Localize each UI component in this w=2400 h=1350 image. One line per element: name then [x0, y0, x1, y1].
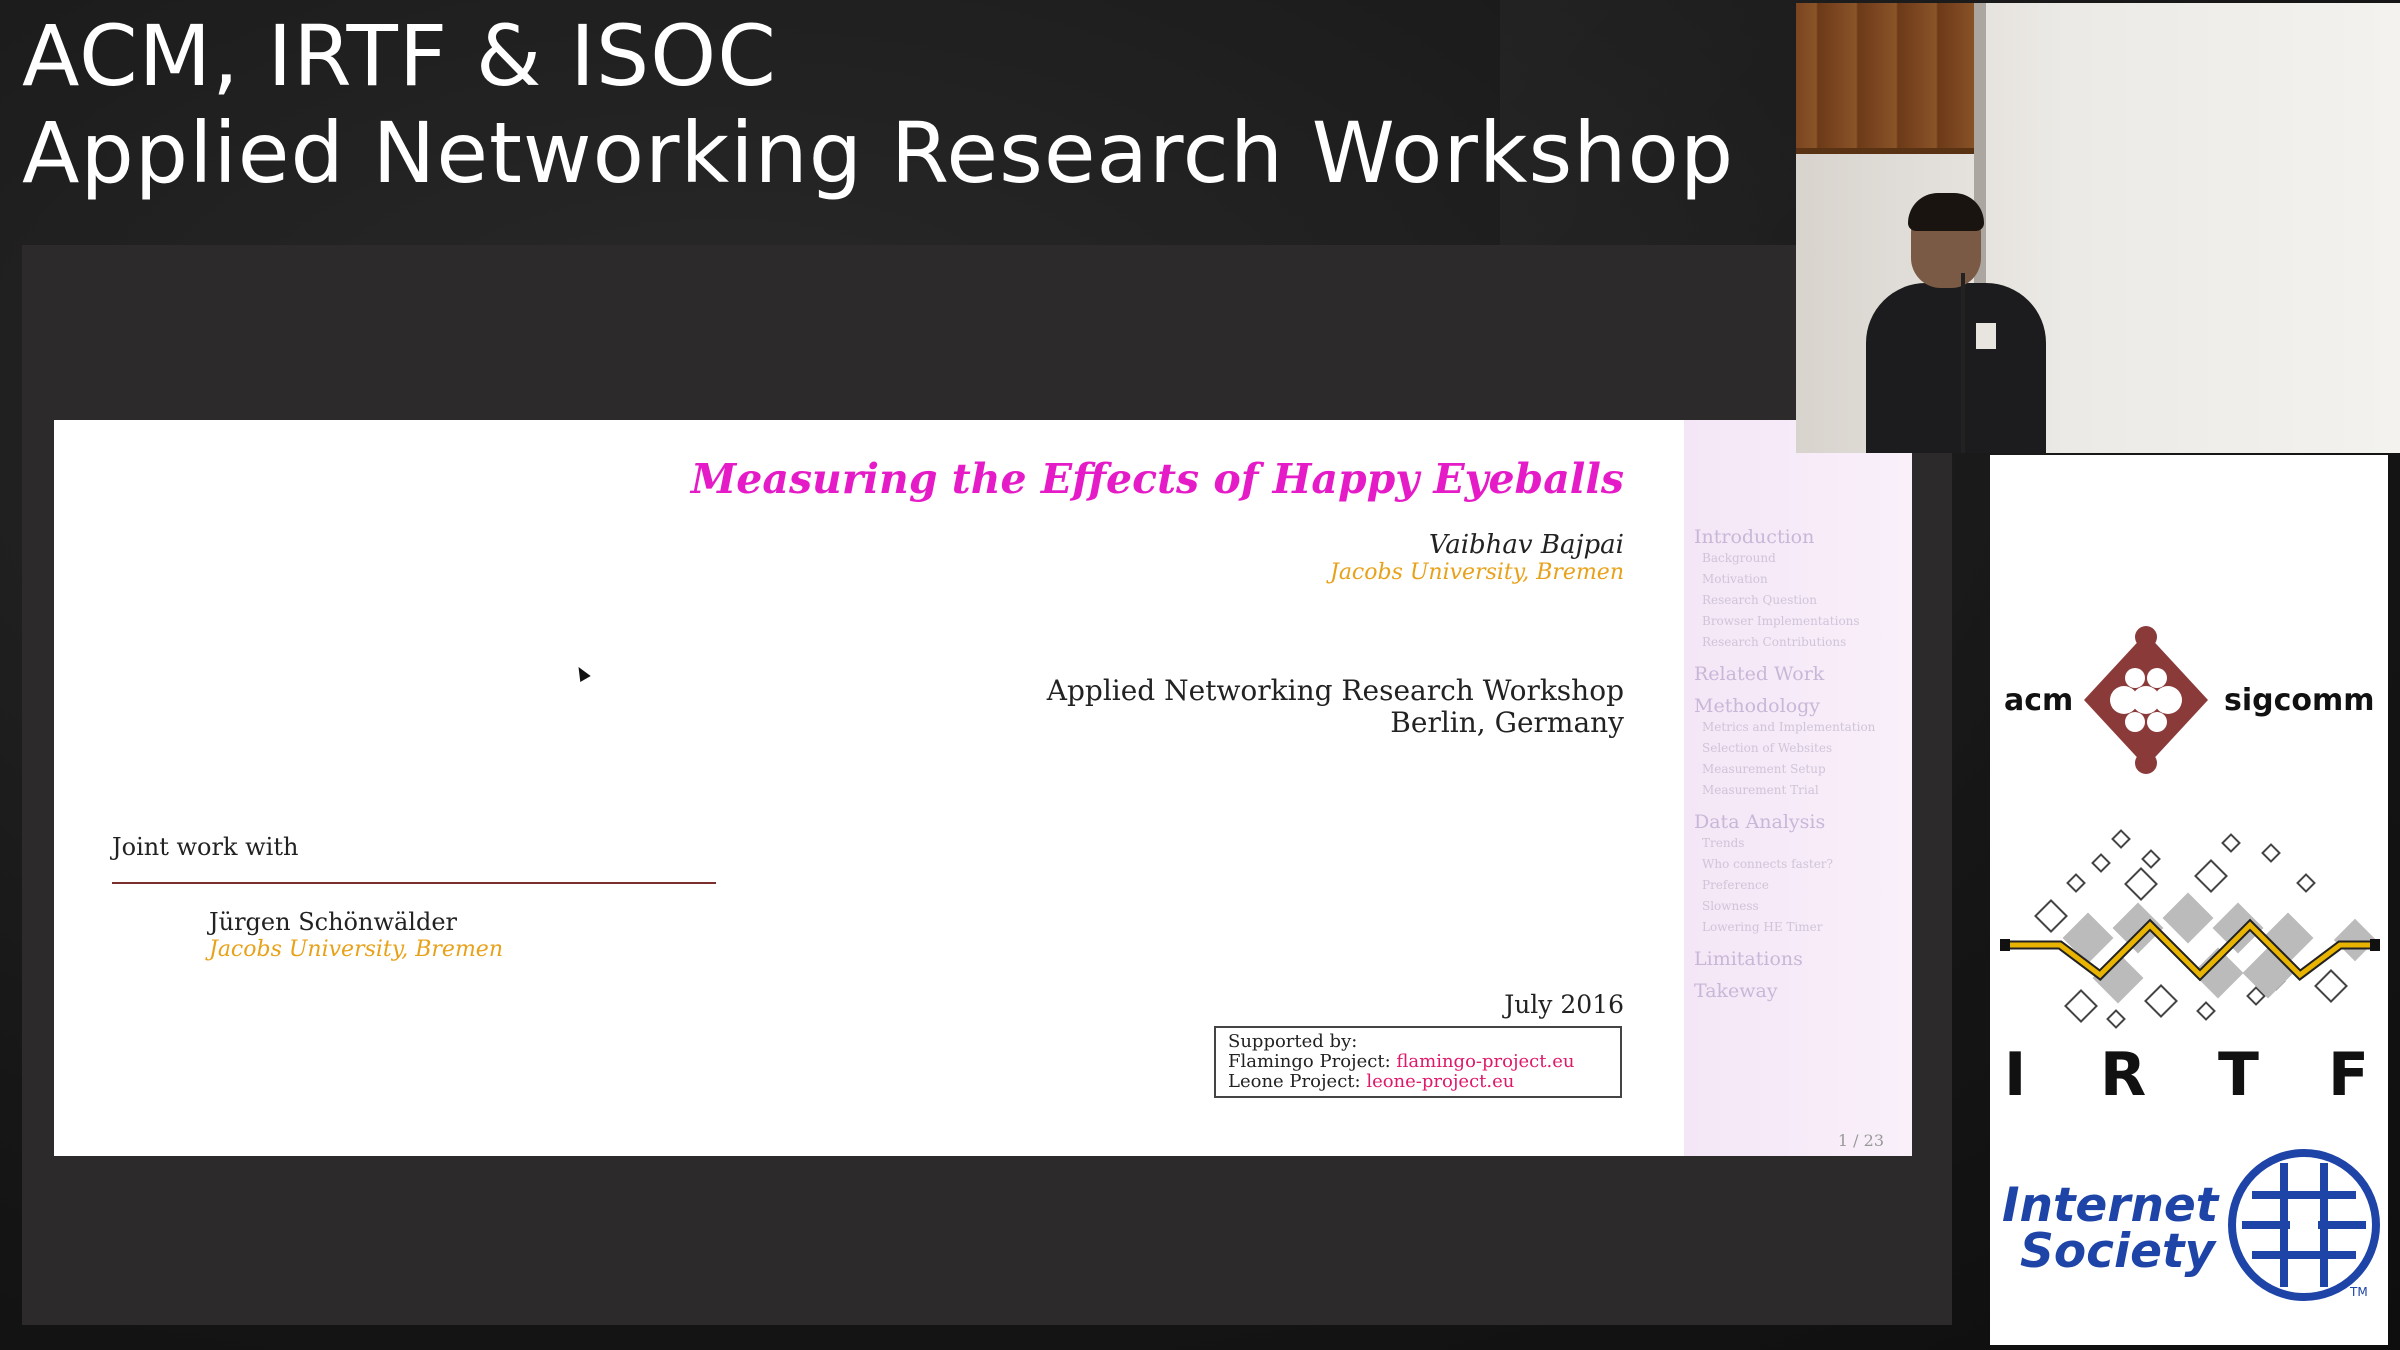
wood-panel	[1796, 3, 1974, 148]
venue-line-2: Berlin, Germany	[1390, 706, 1624, 739]
speaker-hair	[1908, 193, 1984, 231]
outline-subitem[interactable]: Motivation	[1702, 569, 1912, 590]
slide-coauthor: Jürgen Schönwälder	[209, 908, 458, 936]
irtf-letter-r: R	[2100, 1040, 2147, 1110]
outline-section[interactable]: Limitations	[1694, 948, 1912, 970]
presentation-slide: Measuring the Effects of Happy Eyeballs …	[54, 420, 1912, 1156]
outline-section[interactable]: Takeway	[1694, 980, 1912, 1002]
outline-section[interactable]: Related Work	[1694, 663, 1912, 685]
irtf-logo: I R T F	[1990, 825, 2388, 1110]
outline-section[interactable]: Introduction	[1694, 526, 1912, 548]
microphone-stand	[1961, 273, 1965, 453]
outline-list: Introduction Background Motivation Resea…	[1684, 516, 1912, 1002]
support-line-2: Leone Project: leone-project.eu	[1228, 1072, 1608, 1092]
outline-subitem[interactable]: Browser Implementations	[1702, 611, 1912, 632]
sponsor-logos-panel: acm sigcomm I R T F Internet Society TM	[1990, 455, 2388, 1345]
venue-line-1: Applied Networking Research Workshop	[1046, 674, 1624, 707]
slide-venue: Applied Networking Research Workshop Ber…	[1047, 675, 1624, 739]
irtf-letters: I R T F	[1990, 1040, 2388, 1110]
isoc-line-1: Internet	[2002, 1178, 2219, 1233]
banner-line-2: Applied Networking Research Workshop	[22, 104, 1735, 202]
support-line-1: Flamingo Project: flamingo-project.eu	[1228, 1052, 1608, 1072]
support-line-2-label: Leone Project:	[1228, 1071, 1361, 1092]
isoc-globe-icon	[2228, 1149, 2380, 1301]
isoc-wordmark: Internet Society	[2002, 1178, 2219, 1279]
outline-section[interactable]: Methodology	[1694, 695, 1912, 717]
support-heading: Supported by:	[1228, 1031, 1358, 1052]
outline-subitem[interactable]: Research Question	[1702, 590, 1912, 611]
outline-subitem[interactable]: Preference	[1702, 875, 1912, 896]
outline-subitem[interactable]: Slowness	[1702, 896, 1912, 917]
outline-subitem[interactable]: Trends	[1702, 833, 1912, 854]
isoc-line-2: Society	[2020, 1224, 2216, 1279]
internet-society-logo: Internet Society TM	[1990, 1145, 2388, 1315]
acm-sigcomm-logo: acm sigcomm	[1990, 625, 2388, 775]
irtf-letter-i: I	[2004, 1040, 2027, 1110]
outline-subitem[interactable]: Research Contributions	[1702, 632, 1912, 653]
slide-outline-sidebar: Introduction Background Motivation Resea…	[1684, 420, 1912, 1156]
slide-title: Measuring the Effects of Happy Eyeballs	[690, 455, 1624, 503]
acm-label: acm	[2004, 683, 2074, 718]
banner-line-1: ACM, IRTF & ISOC	[22, 7, 777, 105]
outline-subitem[interactable]: Measurement Trial	[1702, 780, 1912, 801]
slide-main-area: Measuring the Effects of Happy Eyeballs …	[54, 420, 1684, 1156]
outline-subitem[interactable]: Who connects faster?	[1702, 854, 1912, 875]
speaker-camera-feed	[1796, 3, 2400, 453]
speaker-body	[1866, 283, 2046, 453]
outline-section[interactable]: Data Analysis	[1694, 811, 1912, 833]
sigcomm-label: sigcomm	[2224, 683, 2375, 718]
mouse-cursor-icon	[573, 663, 591, 683]
name-badge	[1976, 323, 1996, 349]
slide-coauthor-affiliation: Jacobs University, Bremen	[209, 937, 503, 962]
outline-subitem[interactable]: Measurement Setup	[1702, 759, 1912, 780]
irtf-letter-f: F	[2328, 1040, 2369, 1110]
slide-author: Vaibhav Bajpai	[1428, 530, 1624, 560]
joint-work-divider	[112, 882, 716, 884]
outline-subitem[interactable]: Metrics and Implementation	[1702, 717, 1912, 738]
isoc-trademark: TM	[2350, 1285, 2368, 1299]
joint-work-label: Joint work with	[112, 833, 299, 861]
support-line-1-label: Flamingo Project:	[1228, 1051, 1391, 1072]
outline-subitem[interactable]: Background	[1702, 548, 1912, 569]
workshop-banner: ACM, IRTF & ISOC Applied Networking Rese…	[22, 8, 1734, 202]
slide-author-affiliation: Jacobs University, Bremen	[1330, 560, 1624, 585]
outline-subitem[interactable]: Selection of Websites	[1702, 738, 1912, 759]
flamingo-link[interactable]: flamingo-project.eu	[1396, 1051, 1574, 1072]
support-box: Supported by: Flamingo Project: flamingo…	[1214, 1026, 1622, 1098]
leone-link[interactable]: leone-project.eu	[1366, 1071, 1514, 1092]
wood-rail	[1796, 148, 1974, 154]
irtf-letter-t: T	[2218, 1040, 2259, 1110]
slide-date: July 2016	[1504, 990, 1624, 1019]
acm-diamond-icon	[2084, 626, 2208, 774]
outline-subitem[interactable]: Lowering HE Timer	[1702, 917, 1912, 938]
irtf-diamond-pattern-icon	[2000, 829, 2380, 1029]
slide-page-number: 1 / 23	[1837, 1131, 1884, 1150]
